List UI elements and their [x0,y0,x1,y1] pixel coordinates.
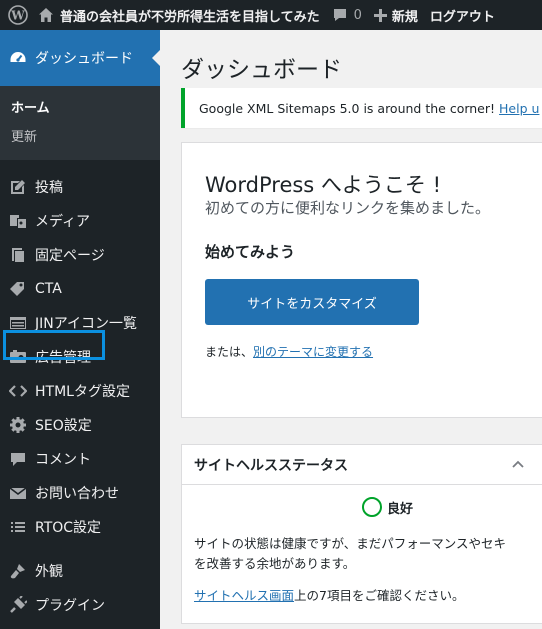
current-menu-arrow [152,50,160,66]
get-started-heading: 始めてみよう [205,243,296,261]
sidebar-item-label: プラグイン [35,598,105,614]
sidebar-item-label: 投稿 [35,180,63,196]
admin-bar: W 普通の会社員が不労所得生活を目指してみた 0 新規 ログアウト [0,0,542,30]
sidebar-item-label: SEO設定 [35,418,92,434]
customize-site-button[interactable]: サイトをカスタマイズ [205,279,419,325]
main-content: ダッシュボード Google XML Sitemaps 5.0 is aroun… [160,30,542,629]
gear-icon [9,416,27,434]
change-theme-link[interactable]: 別のテーマに変更する [253,345,373,359]
dashboard-submenu: ホーム 更新 [0,86,160,160]
sidebar-item-label: お問い合わせ [35,486,119,502]
sitemaps-notice: Google XML Sitemaps 5.0 is around the co… [181,88,542,128]
sidebar-item-label: ダッシュボード [35,51,133,67]
sidebar-item-dashboard[interactable]: ダッシュボード [0,30,160,86]
brush-icon [9,562,27,580]
comments-link[interactable]: 0 [326,0,368,30]
sidebar-item-html-tags[interactable]: HTMLタグ設定 [0,374,160,408]
site-health-status: 良好 [362,497,413,517]
new-label: 新規 [391,9,418,25]
site-health-description: サイトの状態は健康ですが、まだパフォーマンスやセキ を改善する余地があります。 [194,534,506,574]
comment-icon [333,9,346,21]
comments-count: 0 [353,7,362,23]
ad-icon [9,348,27,366]
alt-prefix: または、 [205,345,254,359]
site-name-link[interactable]: 普通の会社員が不労所得生活を目指してみた [36,0,326,30]
plugin-icon [9,596,27,614]
admin-sidebar: ダッシュボード ホーム 更新 投稿 メディア 固定ページ CTA JINアイコン… [0,30,160,629]
site-title: 普通の会社員が不労所得生活を目指してみた [60,9,320,25]
tag-icon [9,280,27,298]
welcome-subtitle: 初めての方に便利なリンクを集めました。 [205,199,491,217]
welcome-title: WordPress へようこそ ! [205,173,442,197]
mail-icon [9,484,27,502]
status-label: 良好 [387,501,414,517]
notice-text: Google XML Sitemaps 5.0 is around the co… [199,100,496,116]
sidebar-item-seo[interactable]: SEO設定 [0,408,160,442]
media-icon [9,212,27,230]
notice-help-link[interactable]: Help u [499,101,539,116]
sidebar-item-rtoc[interactable]: RTOC設定 [0,510,160,544]
caret-up-icon[interactable] [512,459,524,469]
plus-icon [373,8,387,22]
list-icon [9,314,27,332]
submenu-item-update[interactable]: 更新 [0,121,160,150]
sidebar-item-comments[interactable]: コメント [0,442,160,476]
welcome-panel: WordPress へようこそ ! 初めての方に便利なリンクを集めました。 始め… [181,142,542,418]
submenu-item-home[interactable]: ホーム [0,92,160,121]
sidebar-item-cta[interactable]: CTA [0,272,160,306]
menu-icon [9,518,27,536]
code-icon [9,382,27,400]
dashboard-icon [9,49,27,67]
sidebar-item-media[interactable]: メディア [0,204,160,238]
sidebar-item-label: コメント [35,452,91,468]
description-line-1: サイトの状態は健康ですが、まだパフォーマンスやセキ [194,536,507,551]
site-health-header: サイトヘルスステータス [182,445,542,485]
status-circle-icon [362,497,382,517]
site-health-screen-link[interactable]: サイトヘルス画面 [194,588,294,603]
site-health-title: サイトヘルスステータス [194,457,348,474]
site-health-link-row: サイトヘルス画面上の7項目をご確認ください。 [194,585,464,604]
change-theme-text: または、別のテーマに変更する [205,343,373,360]
comment-icon [9,450,27,468]
wordpress-logo-button[interactable]: W [0,0,36,30]
sidebar-item-label: メディア [35,214,91,230]
sidebar-item-label: JINアイコン一覧 [35,316,138,332]
sidebar-item-posts[interactable]: 投稿 [0,170,160,204]
sidebar-item-label: CTA [35,281,62,297]
sidebar-item-label: HTMLタグ設定 [35,384,130,400]
sidebar-item-pages[interactable]: 固定ページ [0,238,160,272]
sidebar-item-jin-icons[interactable]: JINアイコン一覧 [0,306,160,340]
sidebar-item-label: RTOC設定 [35,520,102,536]
description-line-2: を改善する余地があります。 [194,556,356,571]
sidebar-item-label: 固定ページ [35,248,105,264]
home-icon [39,8,53,22]
sidebar-item-label: 広告管理 [35,350,91,366]
sidebar-item-contact[interactable]: お問い合わせ [0,476,160,510]
logout-link[interactable]: ログアウト [424,0,501,30]
sidebar-item-ad-management[interactable]: 広告管理 [0,340,160,374]
sidebar-item-appearance[interactable]: 外観 [0,554,160,588]
pin-icon [9,178,27,196]
page-icon [9,246,27,264]
sidebar-item-label: 外観 [35,564,63,580]
site-health-widget: サイトヘルスステータス 良好 サイトの状態は健康ですが、まだパフォーマンスやセキ… [181,444,542,624]
svg-text:W: W [10,9,25,23]
site-health-link-suffix: 上の7項目をご確認ください。 [294,588,465,603]
wordpress-icon: W [8,5,28,25]
page-title: ダッシュボード [181,57,342,83]
sidebar-item-plugins[interactable]: プラグイン [0,588,160,622]
new-content-button[interactable]: 新規 [368,0,424,30]
